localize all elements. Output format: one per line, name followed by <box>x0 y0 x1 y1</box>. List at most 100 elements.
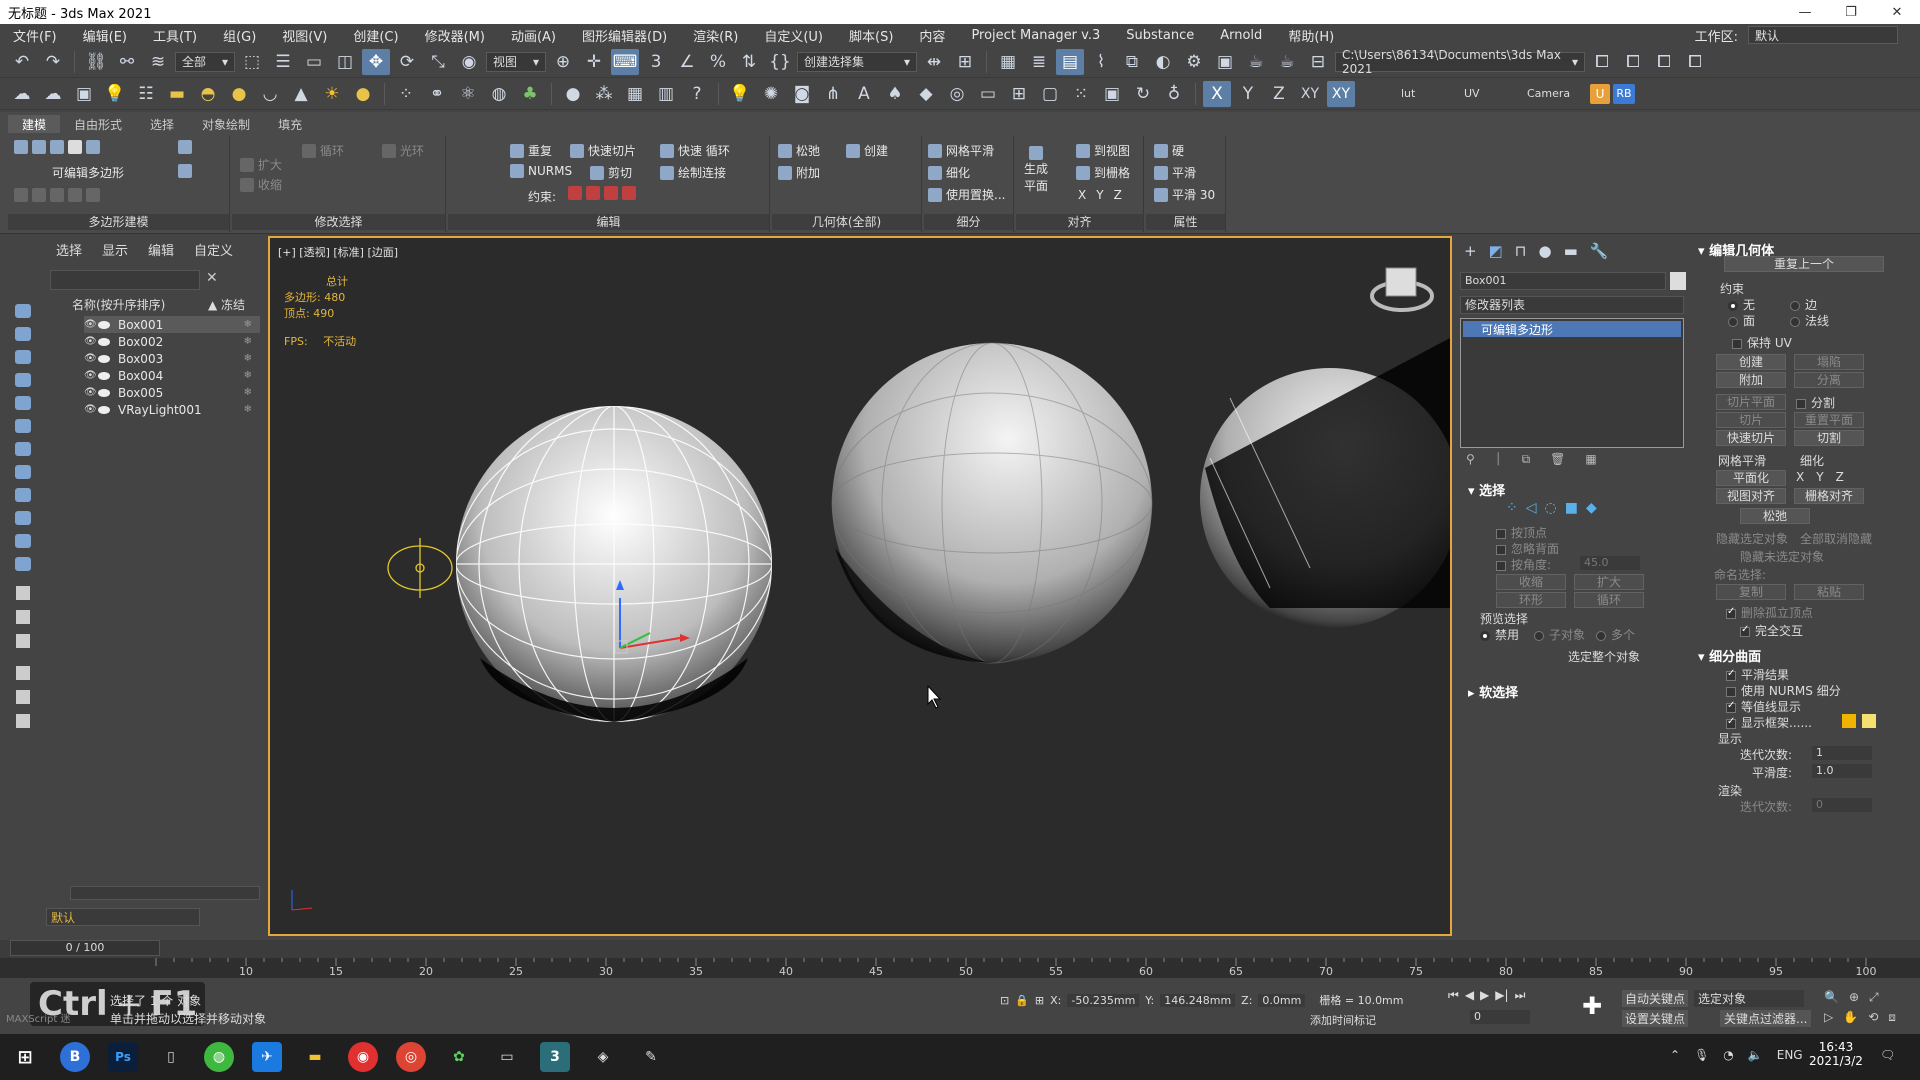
split-checkbox[interactable]: 分割 <box>1796 394 1835 411</box>
copy-button[interactable]: 复制 <box>1716 584 1786 600</box>
create-category-icons[interactable] <box>0 236 46 736</box>
eye-icon[interactable]: 👁 <box>84 353 97 364</box>
constraint-normal-radio[interactable]: 法线 <box>1790 312 1829 329</box>
render-production-icon[interactable]: ☕ <box>1242 49 1270 75</box>
select-by-name-icon[interactable]: ☰ <box>269 49 297 75</box>
angle-snap-icon[interactable]: ∠ <box>673 49 701 75</box>
ring-button[interactable]: 环形 <box>1496 592 1566 608</box>
edit-named-selection-icon[interactable]: {} <box>766 49 794 75</box>
box-icon[interactable]: ▣ <box>1098 81 1126 107</box>
light-lister-icon[interactable]: 💡 <box>101 81 129 107</box>
meshsmooth-button[interactable]: 网格平滑 <box>928 142 994 159</box>
repeat-last-button[interactable]: 重复上一个 <box>1724 256 1884 272</box>
chrome-icon[interactable]: ◎ <box>396 1042 426 1072</box>
to-grid-button[interactable]: 到栅格 <box>1076 164 1130 181</box>
close-button[interactable]: ✕ <box>1874 0 1920 24</box>
select-whole-object-label[interactable]: 选定整个对象 <box>1568 648 1640 665</box>
swiftloop-button[interactable]: 快速 循环 <box>660 142 730 159</box>
modify-tab-icon[interactable]: ◩ <box>1489 242 1503 260</box>
freeze-icon[interactable]: ❄ <box>244 336 252 347</box>
constraint-face-radio[interactable]: 面 <box>1728 312 1755 329</box>
shield-app-icon[interactable]: ◈ <box>588 1042 618 1072</box>
next-frame-icon[interactable]: ▶| <box>1495 988 1508 1003</box>
render-setup-icon[interactable]: ⚙ <box>1180 49 1208 75</box>
object-color-swatch[interactable] <box>1670 272 1686 290</box>
clock[interactable]: 16:43 2021/3/2 <box>1806 1040 1866 1068</box>
menu-customize[interactable]: 自定义(U) <box>751 26 836 45</box>
camera-icon[interactable]: ◙ <box>788 81 816 107</box>
orbit-icon[interactable]: ⟲ <box>1868 1010 1878 1025</box>
subdivision-surface-title[interactable]: ▾ 细分曲面 <box>1698 646 1761 665</box>
element-icon[interactable]: ◆ <box>1586 500 1597 516</box>
bowl-icon[interactable]: ◡ <box>256 81 284 107</box>
scene-menu-display[interactable]: 显示 <box>102 240 128 259</box>
sphere-box002[interactable] <box>831 342 1153 664</box>
smoothness-spinner[interactable]: 1.0 <box>1812 764 1872 778</box>
group-modsel-label[interactable]: 修改选择 <box>232 214 445 230</box>
render-region-icon[interactable]: ☷ <box>132 81 160 107</box>
wechat-icon[interactable]: ◍ <box>204 1042 234 1072</box>
shrink-button[interactable]: 收缩 <box>1496 574 1566 590</box>
help-icon[interactable]: ? <box>683 81 711 107</box>
axis-xy-cycle-button[interactable]: XY <box>1327 80 1355 107</box>
cloud-icon[interactable]: ☁ <box>39 81 67 107</box>
render-activeshade-icon[interactable]: ⊟ <box>1304 49 1332 75</box>
select-scale-icon[interactable]: ⤡ <box>424 49 452 75</box>
soft-selection-rollout-title[interactable]: ▸ 软选择 <box>1468 682 1518 701</box>
spinner-snap-icon[interactable]: ⇅ <box>735 49 763 75</box>
sun-icon[interactable]: ☀ <box>318 81 346 107</box>
material-editor-icon[interactable]: ◐ <box>1149 49 1177 75</box>
show-cage-checkbox[interactable]: 显示框架...... <box>1726 714 1812 731</box>
file-explorer-icon[interactable]: ▬ <box>300 1042 330 1072</box>
shrink-button[interactable]: 收缩 <box>240 176 282 193</box>
bind-spacewarp-icon[interactable]: ≋ <box>144 49 172 75</box>
hide-unselected-button[interactable]: 隐藏未选定对象 <box>1740 548 1824 565</box>
viewcube[interactable] <box>1370 267 1434 312</box>
subobject-level-icons[interactable]: ⁘ ◁ ◌ ■ ◆ <box>1506 500 1597 516</box>
project-save-icon[interactable]: ⧠ <box>1681 49 1709 75</box>
create-tab-icon[interactable]: + <box>1464 242 1477 260</box>
workspace-dropdown[interactable]: 默认 <box>1748 26 1898 44</box>
cut-button[interactable]: 剪切 <box>590 164 632 181</box>
eye-icon[interactable]: 👁 <box>84 370 97 381</box>
to-view-button[interactable]: 到视图 <box>1076 142 1130 159</box>
menu-rendering[interactable]: 渲染(R) <box>680 26 751 45</box>
atom-icon[interactable]: ⚛ <box>454 81 482 107</box>
constraint-edge-radio[interactable]: 边 <box>1790 296 1817 313</box>
menu-substance[interactable]: Substance <box>1113 28 1207 43</box>
eye-icon[interactable]: 👁 <box>84 336 97 347</box>
object-name-field[interactable]: Box001 <box>1460 272 1666 290</box>
notepad-icon[interactable]: ▯ <box>156 1042 186 1072</box>
attach-button[interactable]: 附加 <box>1716 372 1786 388</box>
grow-button[interactable]: 扩大 <box>240 156 282 173</box>
select-move-icon[interactable]: ✥ <box>362 48 390 75</box>
name-column-header[interactable]: 名称(按升序排序) <box>72 298 165 312</box>
feather-app-icon[interactable]: ✎ <box>636 1042 666 1072</box>
ignore-backfacing-checkbox[interactable]: 忽略背面 <box>1496 540 1559 557</box>
reset-plane-button[interactable]: 重置平面 <box>1794 412 1864 428</box>
track-bar[interactable]: 10 15 20 25 30 35 40 45 50 55 60 65 70 75 80 85 90 95 100 <box>0 958 1920 978</box>
isolate-icon[interactable]: ⊡ <box>1000 994 1009 1007</box>
use-nurms-checkbox[interactable]: 使用 NURMS 细分 <box>1726 682 1841 699</box>
grid-align-button[interactable]: 栅格对齐 <box>1794 488 1864 504</box>
maximize-button[interactable]: ❐ <box>1828 0 1874 24</box>
align-xyz-buttons[interactable]: XYZ <box>1078 188 1122 202</box>
browser-b-icon[interactable]: B <box>60 1042 90 1072</box>
schematic-view-icon[interactable]: ⧉ <box>1118 49 1146 75</box>
preserve-uv-checkbox[interactable]: 保持 UV <box>1732 334 1792 351</box>
percent-snap-icon[interactable]: % <box>704 49 732 75</box>
notification-icon[interactable]: 🗨 <box>1880 1048 1895 1062</box>
hair-icon[interactable]: ⋔ <box>819 81 847 107</box>
sphere-box003-partial[interactable] <box>1200 338 1450 628</box>
view-align-button[interactable]: 视图对齐 <box>1716 488 1786 504</box>
toggle-ribbon-icon[interactable]: ▤ <box>1056 48 1084 75</box>
lock-icon[interactable]: 🔒 <box>1015 994 1029 1007</box>
vraylight-helper[interactable] <box>387 538 453 598</box>
3dsmax-taskbar-icon[interactable]: 3 <box>540 1042 570 1072</box>
freeze-icon[interactable]: ❄ <box>244 353 252 364</box>
maxscript-listener[interactable]: MAXScript 迷 <box>6 1010 71 1025</box>
maximize-viewport-icon[interactable]: ⧈ <box>1888 1010 1896 1025</box>
full-interactivity-checkbox[interactable]: 完全交互 <box>1740 622 1803 639</box>
menu-modifiers[interactable]: 修改器(M) <box>412 26 498 45</box>
bulb2-icon[interactable]: ♁ <box>1160 81 1188 107</box>
